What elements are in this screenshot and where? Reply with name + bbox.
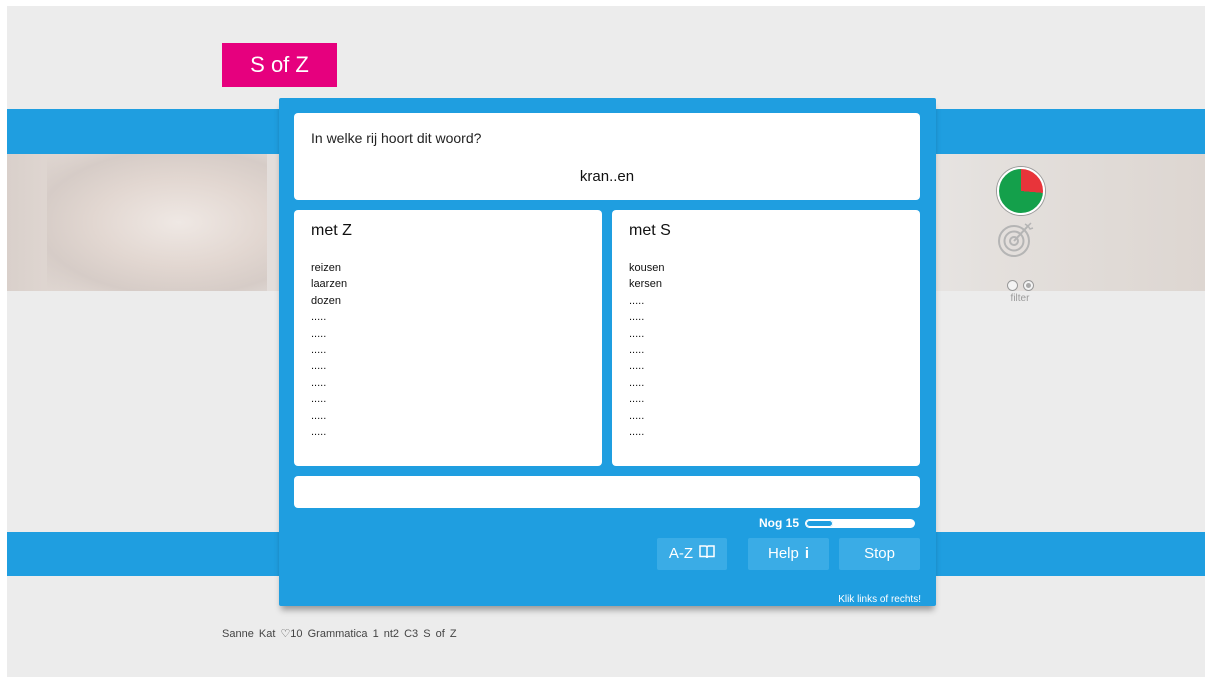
list-item: ..... [629,294,645,307]
word-list: reizen laarzen dozen ..... ..... ..... .… [311,260,347,440]
list-item: ..... [629,425,645,438]
list-item: ..... [629,409,645,422]
instruction-hint: Klik links of rechts! [838,594,921,605]
list-item: ..... [311,343,327,356]
word-list: kousen kersen ..... ..... ..... ..... ..… [629,260,664,440]
user-name: Sanne Kat [222,628,276,640]
list-item: ..... [629,376,645,389]
filter-control[interactable]: filter [997,280,1043,304]
list-item: kersen [629,278,663,291]
list-item: ..... [311,425,327,438]
target-icon[interactable] [997,220,1035,258]
column-met-s[interactable]: met S kousen kersen ..... ..... ..... ..… [612,210,920,466]
score-pie-icon [997,167,1045,215]
list-item: ..... [629,327,645,340]
app-stage: S of Z In welke rij hoort dit woord? kra… [7,6,1205,677]
list-item: ..... [629,343,645,356]
list-item: ..... [629,311,645,324]
list-item: ..... [311,327,327,340]
remaining-label: Nog 15 [759,516,800,530]
stop-button[interactable]: Stop [839,538,920,570]
column-heading: met Z [311,222,352,239]
list-item: ..... [311,311,327,324]
list-item: ..... [629,360,645,373]
list-item: dozen [311,294,341,307]
list-item: reizen [311,262,341,274]
list-item: ..... [311,376,327,389]
portrait-image [47,154,267,291]
footer-info: Sanne Kat ♡10 Grammatica 1 nt2 C3 S of Z [222,627,457,640]
exercise-panel: In welke rij hoort dit woord? kran..en m… [279,98,936,606]
page-title: S of Z [222,43,337,87]
list-item: ..... [311,409,327,422]
filter-label: filter [1010,293,1030,304]
progress-bar [805,518,916,528]
book-icon [699,538,715,570]
lesson-name: C3 S of Z [404,628,457,640]
help-button[interactable]: Help i [748,538,829,570]
list-item: ..... [311,360,327,373]
column-heading: met S [629,222,671,239]
filter-radio-off[interactable] [1006,280,1018,291]
progress-fill [806,519,834,527]
hearts-count: ♡10 [280,628,303,640]
list-item: laarzen [311,278,348,291]
az-label: A-Z [668,545,694,562]
question-prompt: In welke rij hoort dit woord? [311,130,482,146]
info-icon: i [804,545,810,562]
list-item: ..... [629,393,645,406]
course-name: Grammatica 1 nt2 [307,628,400,640]
answer-field[interactable] [294,476,920,508]
remaining-counter: Nog 15 [759,516,916,530]
list-item: ..... [311,393,327,406]
filter-radio-on[interactable] [1022,280,1034,291]
question-word: kran..en [579,168,635,185]
list-item: kousen [629,262,665,274]
question-card: In welke rij hoort dit woord? kran..en [294,113,920,200]
help-label: Help [767,545,799,562]
column-met-z[interactable]: met Z reizen laarzen dozen ..... ..... .… [294,210,602,466]
az-button[interactable]: A-Z [657,538,727,570]
